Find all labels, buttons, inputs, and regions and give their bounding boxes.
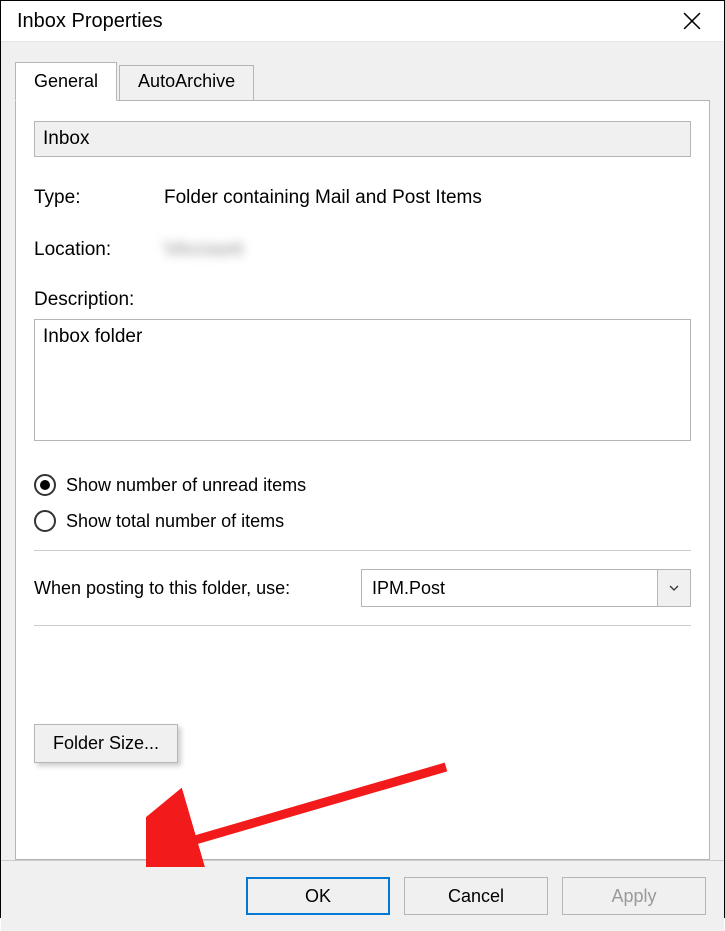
radio-show-unread[interactable]: Show number of unread items	[34, 474, 691, 496]
row-description: Description: Inbox folder	[34, 289, 691, 446]
tab-general[interactable]: General	[15, 62, 117, 101]
chevron-down-icon	[657, 569, 691, 607]
ok-button[interactable]: OK	[246, 877, 390, 915]
apply-button: Apply	[562, 877, 706, 915]
divider	[34, 625, 691, 626]
radio-icon	[34, 474, 56, 496]
window-title: Inbox Properties	[17, 10, 672, 33]
posting-select-value: IPM.Post	[361, 569, 691, 607]
folder-size-button[interactable]: Folder Size...	[34, 724, 178, 763]
titlebar: Inbox Properties	[1, 1, 724, 42]
row-posting: When posting to this folder, use: IPM.Po…	[34, 569, 691, 607]
close-icon	[683, 12, 701, 30]
radio-show-unread-label: Show number of unread items	[66, 475, 306, 496]
dialog-body: General AutoArchive Inbox Type: Folder c…	[1, 42, 724, 860]
posting-select[interactable]: IPM.Post	[361, 569, 691, 607]
display-count-radio-group: Show number of unread items Show total n…	[34, 474, 691, 532]
dialog-button-row: OK Cancel Apply	[1, 860, 724, 931]
location-value: \\Account	[164, 239, 243, 261]
tab-strip: General AutoArchive	[15, 62, 710, 101]
tab-autoarchive[interactable]: AutoArchive	[119, 65, 254, 101]
description-textarea[interactable]: Inbox folder	[34, 319, 691, 441]
radio-show-total-label: Show total number of items	[66, 511, 284, 532]
close-button[interactable]	[672, 1, 712, 41]
posting-label: When posting to this folder, use:	[34, 578, 290, 599]
row-location: Location: \\Account	[34, 239, 691, 261]
description-label: Description:	[34, 289, 691, 311]
cancel-button[interactable]: Cancel	[404, 877, 548, 915]
tab-panel-general: Inbox Type: Folder containing Mail and P…	[15, 100, 710, 860]
location-label: Location:	[34, 239, 164, 261]
folder-name-field[interactable]: Inbox	[34, 121, 691, 157]
properties-dialog: Inbox Properties General AutoArchive Inb…	[0, 0, 725, 918]
radio-icon	[34, 510, 56, 532]
type-value: Folder containing Mail and Post Items	[164, 187, 482, 209]
divider	[34, 550, 691, 551]
type-label: Type:	[34, 187, 164, 209]
row-type: Type: Folder containing Mail and Post It…	[34, 187, 691, 209]
radio-show-total[interactable]: Show total number of items	[34, 510, 691, 532]
